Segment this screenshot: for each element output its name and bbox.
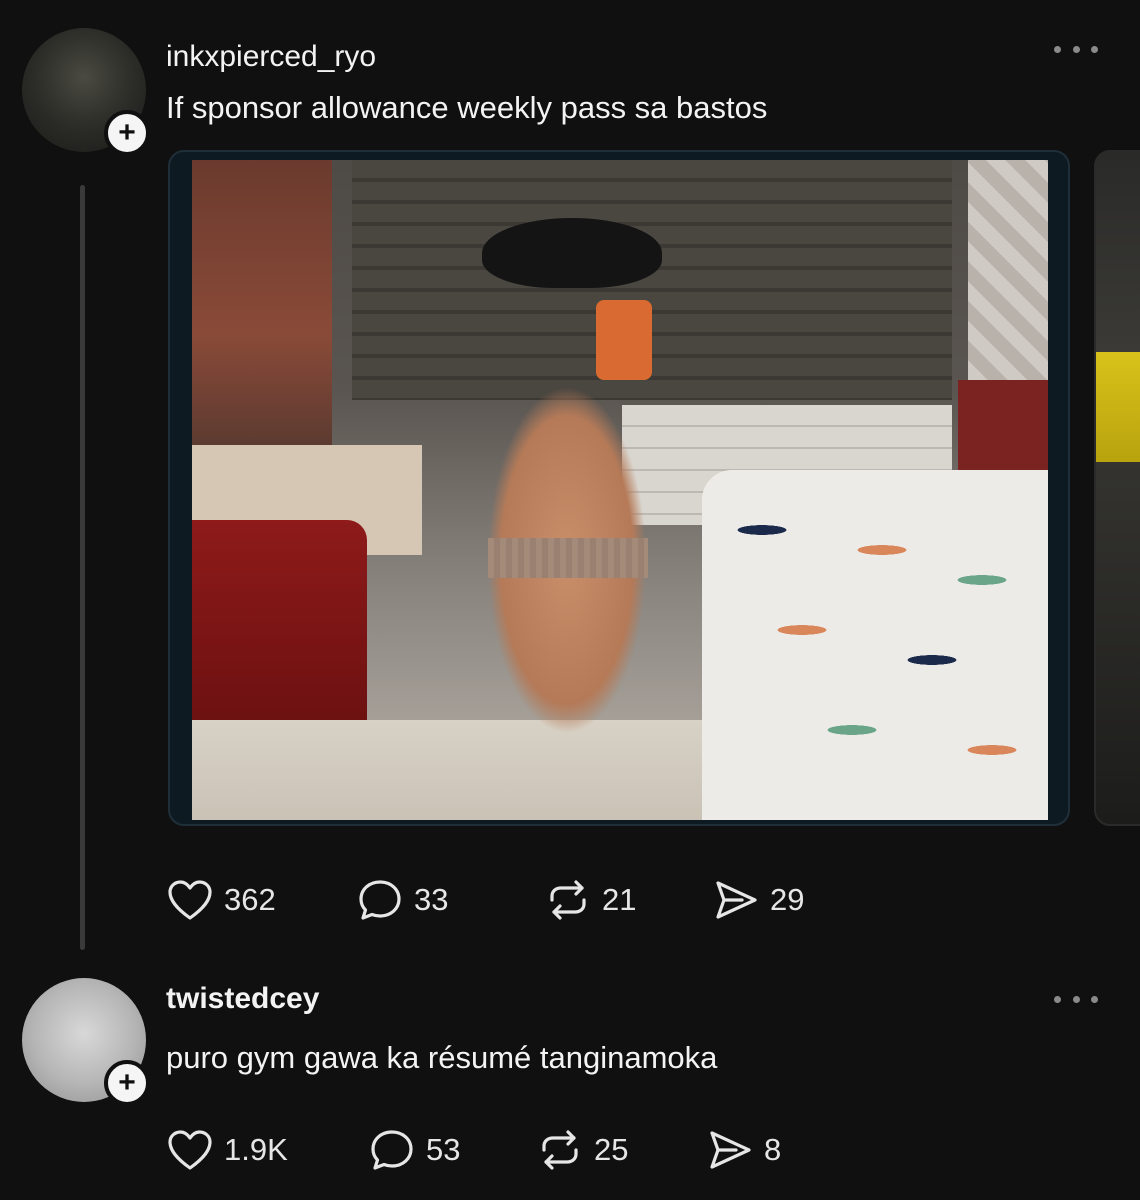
share-button[interactable]: 8 [706, 1128, 781, 1172]
more-options-icon[interactable] [1054, 992, 1098, 1006]
plus-icon[interactable]: + [104, 110, 150, 156]
repost-icon [542, 1130, 578, 1170]
repost-button[interactable]: 21 [544, 878, 712, 922]
comment-icon [359, 880, 401, 920]
repost-count: 25 [594, 1132, 629, 1167]
thread-line [80, 185, 85, 950]
reply-count: 53 [426, 1132, 461, 1167]
repost-icon [550, 880, 586, 920]
username[interactable]: inkxpierced_ryo [166, 40, 376, 74]
repost-count: 21 [602, 882, 637, 917]
more-options-icon[interactable] [1054, 42, 1098, 56]
heart-icon [168, 1130, 212, 1170]
share-count: 29 [770, 882, 805, 917]
share-icon [716, 881, 757, 919]
post-text: puro gym gawa ka résumé tanginamoka [166, 1040, 718, 1075]
reply-button[interactable]: 33 [356, 877, 544, 923]
comment-icon [371, 1130, 413, 1170]
share-button[interactable]: 29 [712, 878, 804, 922]
post-text: If sponsor allowance weekly pass sa bast… [166, 90, 768, 125]
next-image-preview[interactable] [1094, 150, 1140, 826]
post-actions: 362 33 21 29 [166, 880, 804, 920]
like-count: 1.9K [224, 1132, 288, 1167]
censor-blur [488, 538, 648, 578]
like-button[interactable]: 362 [166, 878, 356, 922]
username[interactable]: twistedcey [166, 982, 319, 1016]
reply-count: 33 [414, 882, 449, 917]
repost-button[interactable]: 25 [536, 1128, 706, 1172]
share-icon [710, 1131, 751, 1169]
post-actions: 1.9K 53 25 8 [166, 1130, 781, 1170]
heart-icon [168, 880, 212, 920]
photo [192, 160, 1048, 820]
like-button[interactable]: 1.9K [166, 1128, 368, 1172]
like-count: 362 [224, 882, 276, 917]
share-count: 8 [764, 1132, 782, 1167]
plus-icon[interactable]: + [104, 1060, 150, 1106]
post-image[interactable] [168, 150, 1070, 826]
reply-button[interactable]: 53 [368, 1127, 536, 1173]
